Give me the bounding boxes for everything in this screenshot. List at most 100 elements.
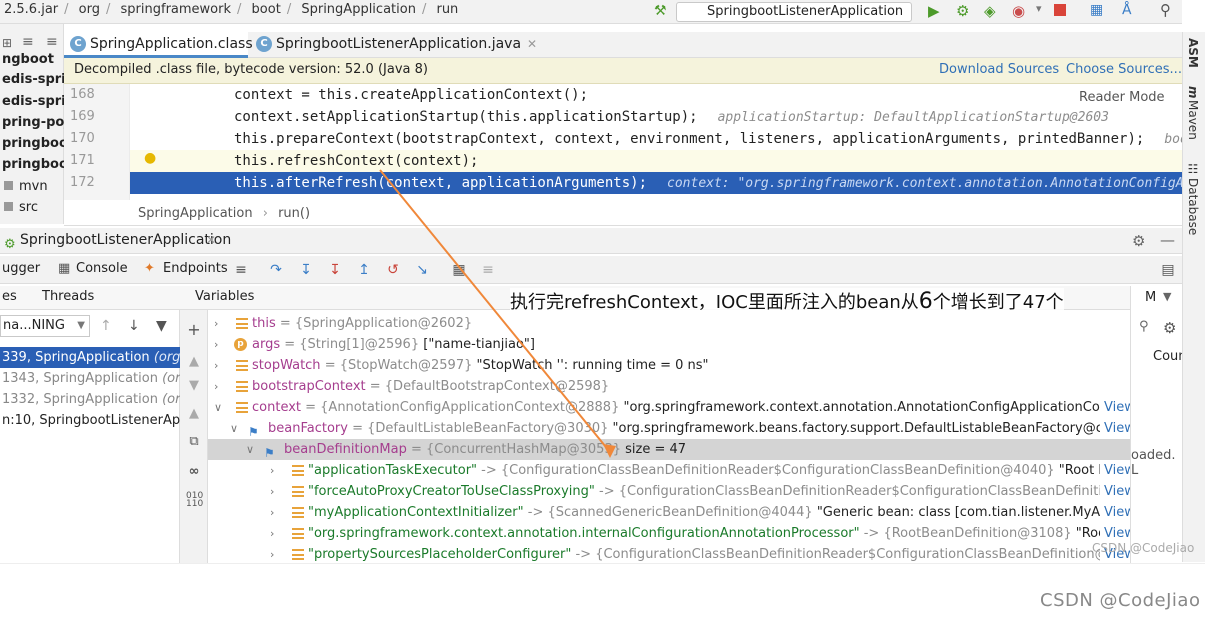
- variable-row[interactable]: › "applicationTaskExecutor" -> {Configura…: [208, 460, 1130, 481]
- run-to-cursor-icon[interactable]: ↘: [414, 262, 430, 278]
- project-item-mvn[interactable]: mvn: [4, 179, 48, 194]
- endpoints-tab[interactable]: Endpoints: [163, 261, 228, 276]
- frame-item[interactable]: 339, SpringApplication (org.sp: [0, 347, 180, 368]
- chevron-right-icon[interactable]: ›: [270, 523, 274, 544]
- layout-icon[interactable]: ≡: [233, 262, 249, 278]
- threads-tab[interactable]: Threads: [42, 286, 94, 308]
- project-item[interactable]: pring-poj: [2, 115, 69, 130]
- view-link[interactable]: View: [1100, 460, 1130, 481]
- choose-sources-link[interactable]: Choose Sources...: [1066, 58, 1182, 82]
- frame-item[interactable]: 1343, SpringApplication (org.s: [0, 368, 180, 389]
- variable-row[interactable]: › "forceAutoProxyCreatorToUseClassProxyin…: [208, 481, 1130, 502]
- database-tool-tab[interactable]: Database: [1186, 178, 1200, 235]
- debug-icon[interactable]: ⚙: [956, 2, 969, 20]
- gear-icon[interactable]: ⚙: [1132, 229, 1145, 253]
- step-out-icon[interactable]: ↥: [356, 262, 372, 278]
- variable-row[interactable]: › this = {SpringApplication@2602}: [208, 313, 1130, 334]
- gear-icon[interactable]: ⚙: [1163, 319, 1176, 337]
- chevron-down-icon[interactable]: ∨: [230, 418, 238, 439]
- tab-springapplication-class[interactable]: C SpringApplication.class✕: [64, 32, 269, 58]
- binary-icon[interactable]: 010 110: [186, 492, 203, 509]
- variable-row[interactable]: › "propertySourcesPlaceholderConfigurer" …: [208, 544, 1130, 563]
- variable-row[interactable]: › "myApplicationContextInitializer" -> {S…: [208, 502, 1130, 523]
- profile-icon[interactable]: ◉: [1012, 2, 1025, 20]
- asm-tool-tab[interactable]: ASM: [1186, 38, 1200, 68]
- restore-layout-icon[interactable]: ▤: [1160, 262, 1176, 278]
- crumb-boot[interactable]: boot: [252, 2, 281, 17]
- collapse-icon[interactable]: ⊞: [2, 36, 12, 50]
- variable-row[interactable]: › "org.springframework.context.annotation…: [208, 523, 1130, 544]
- filter-icon[interactable]: ▼: [156, 318, 167, 334]
- add-watch-icon[interactable]: +: [186, 320, 202, 339]
- variable-row[interactable]: › stopWatch = {StopWatch@2597} "StopWatch…: [208, 355, 1130, 376]
- view-link[interactable]: View: [1100, 418, 1130, 439]
- breadcrumb-method[interactable]: run(): [278, 206, 310, 221]
- chevron-right-icon[interactable]: ›: [214, 334, 218, 355]
- close-icon[interactable]: ✕: [527, 37, 537, 51]
- step-over-icon[interactable]: ↷: [268, 262, 284, 278]
- frames-tab[interactable]: es: [2, 286, 17, 308]
- crumb-org[interactable]: org: [79, 2, 100, 17]
- search-icon[interactable]: ⚲: [1160, 1, 1171, 19]
- variable-row[interactable]: ∨ ⚑ beanFactory = {DefaultListableBeanFact…: [208, 418, 1130, 439]
- chevron-right-icon[interactable]: ›: [214, 313, 218, 334]
- chevron-down-icon[interactable]: ∨: [214, 397, 222, 418]
- copy-icon[interactable]: ⧉: [186, 434, 202, 450]
- glasses-icon[interactable]: ∞: [186, 464, 202, 480]
- chevron-right-icon[interactable]: ›: [270, 460, 274, 481]
- thread-selector[interactable]: na...NING ▼: [0, 315, 90, 337]
- drop-frame-icon[interactable]: ↺: [385, 262, 401, 278]
- download-sources-link[interactable]: Download Sources: [939, 58, 1059, 82]
- chevron-right-icon[interactable]: ›: [214, 376, 218, 397]
- view-link[interactable]: View: [1100, 502, 1130, 523]
- chevron-down-icon[interactable]: ▼: [1163, 290, 1171, 303]
- variable-row[interactable]: ∨ context = {AnnotationConfigApplicationC…: [208, 397, 1130, 418]
- run-configuration-select[interactable]: SpringbootListenerApplication: [676, 2, 912, 22]
- arrow-down-icon[interactable]: ▼: [186, 378, 202, 394]
- close-icon[interactable]: ✕: [206, 228, 216, 252]
- hammer-icon[interactable]: ⚒: [654, 3, 667, 19]
- stop-icon[interactable]: [1054, 4, 1066, 16]
- breadcrumb-class[interactable]: SpringApplication: [138, 206, 253, 221]
- evaluate-icon[interactable]: ▦: [451, 262, 467, 278]
- lightbulb-icon[interactable]: ●: [144, 150, 156, 166]
- minimize-icon[interactable]: —: [1160, 228, 1175, 252]
- frame-item[interactable]: 1332, SpringApplication (org.s: [0, 389, 180, 410]
- project-item-src[interactable]: src: [4, 200, 38, 215]
- chevron-right-icon[interactable]: ›: [270, 502, 274, 523]
- chevron-right-icon[interactable]: ›: [270, 481, 274, 502]
- reader-mode-toggle[interactable]: Reader Mode: [1079, 90, 1165, 105]
- project-item[interactable]: ngboot: [2, 52, 54, 67]
- sort-icon[interactable]: ≡: [22, 34, 34, 50]
- run-icon[interactable]: ▶: [928, 2, 940, 20]
- chevron-right-icon[interactable]: ›: [214, 355, 218, 376]
- crumb-jar[interactable]: 2.5.6.jar: [4, 2, 58, 17]
- translate-icon[interactable]: Å: [1122, 2, 1132, 18]
- variables-tree[interactable]: › this = {SpringApplication@2602} › p args …: [208, 310, 1130, 563]
- filter-icon[interactable]: ≡: [46, 34, 58, 50]
- code-editor[interactable]: 168 169 170 171 172 ● context = this.cre…: [64, 84, 1182, 200]
- maven-tool-tab[interactable]: Maven: [1186, 100, 1200, 140]
- variable-row[interactable]: › bootstrapContext = {DefaultBootstrapCon…: [208, 376, 1130, 397]
- project-structure-icon[interactable]: ▦: [1090, 2, 1103, 18]
- chevron-down-icon[interactable]: ▾: [1036, 2, 1042, 15]
- debug-session-title[interactable]: SpringbootListenerApplication: [20, 228, 231, 252]
- tab-springbootlistenerapplication-java[interactable]: C SpringbootListenerApplication.java ✕: [250, 32, 537, 58]
- crumb-class[interactable]: SpringApplication: [301, 2, 416, 17]
- step-into-icon[interactable]: ↧: [298, 262, 314, 278]
- arrow-up-icon[interactable]: ▲: [186, 354, 202, 370]
- view-link[interactable]: View: [1100, 481, 1130, 502]
- arrow-down-icon[interactable]: ↓: [128, 318, 140, 334]
- variable-row[interactable]: ∨ ⚑ beanDefinitionMap = {ConcurrentHashMap…: [208, 439, 1130, 460]
- variable-row[interactable]: › p args = {String[1]@2596} ["name-tianjia…: [208, 334, 1130, 355]
- arrow-up-icon[interactable]: ↑: [100, 318, 112, 334]
- chevron-right-icon[interactable]: ›: [270, 544, 274, 563]
- coverage-icon[interactable]: ◈: [984, 2, 996, 20]
- crumb-springframework[interactable]: springframework: [121, 2, 231, 17]
- expand-icon[interactable]: ▲: [186, 406, 202, 422]
- view-link[interactable]: View: [1100, 397, 1130, 418]
- watch-tab[interactable]: M: [1145, 290, 1156, 305]
- console-tab[interactable]: Console: [76, 261, 128, 276]
- crumb-method[interactable]: run: [436, 2, 458, 17]
- debugger-tab[interactable]: ugger: [2, 261, 40, 276]
